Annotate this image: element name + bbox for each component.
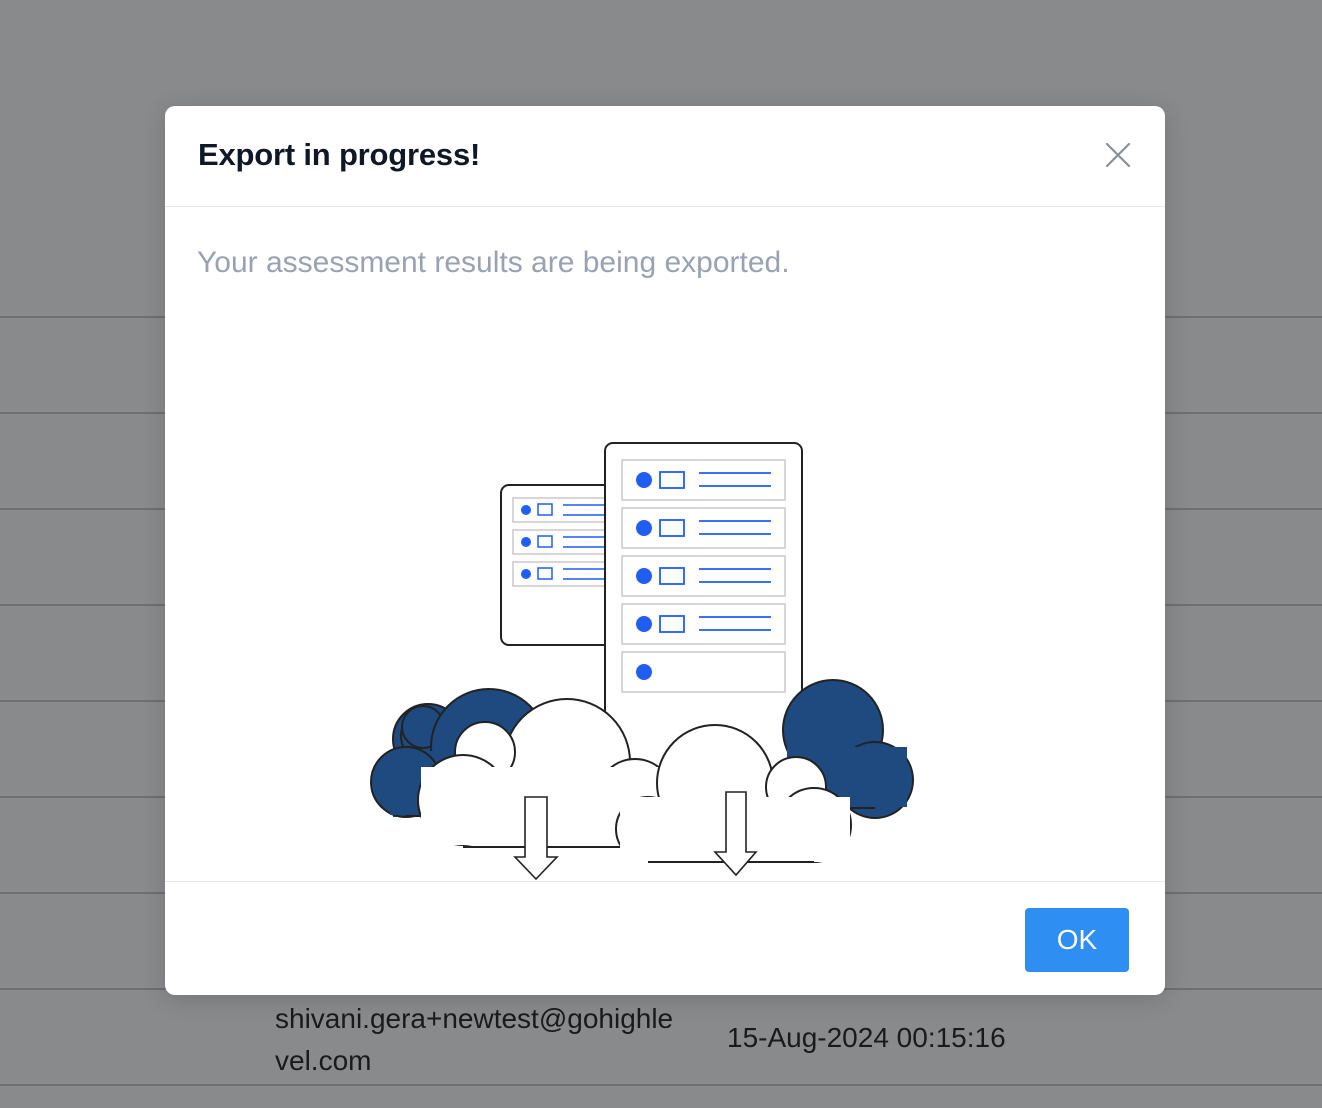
- modal-title: Export in progress!: [198, 137, 481, 172]
- modal-footer: OK: [165, 881, 1165, 995]
- cloud-server-export-illustration: [370, 442, 914, 881]
- export-progress-modal: Export in progress! Your assessment resu…: [165, 106, 1165, 995]
- close-button[interactable]: [1099, 136, 1137, 174]
- server-rack-back-icon: [500, 484, 612, 646]
- modal-body: Your assessment results are being export…: [165, 207, 1165, 881]
- server-rack-front-icon: [604, 442, 803, 774]
- modal-header: Export in progress!: [165, 106, 1165, 207]
- close-icon: [1105, 142, 1131, 168]
- ok-button[interactable]: OK: [1025, 908, 1129, 972]
